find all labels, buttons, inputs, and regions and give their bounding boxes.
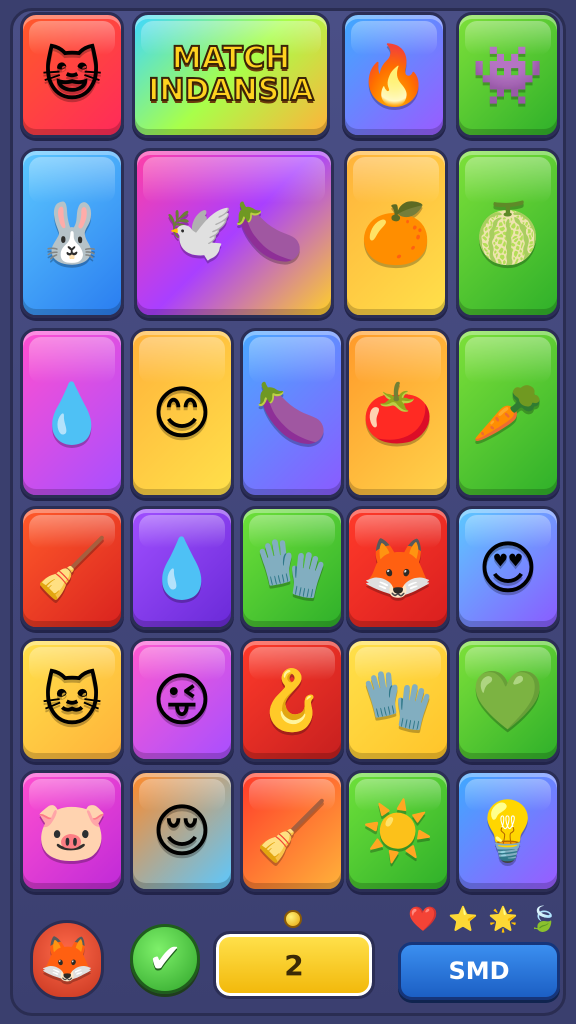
orange-ball-icon: 🍊	[359, 199, 433, 267]
yellow-fox-tile[interactable]: 🦊	[346, 506, 450, 630]
green-drop-icon: 🍈	[471, 199, 545, 267]
blue-cat-coin-icon: 😺	[41, 41, 103, 109]
game-board: MATCH INDANSIA 😺 🔥 👾 🐰 🕊️🍆 🍊 🍈 💧 😊 🍆 🍅 🥕 🧹 💧 🧤 🦊 😍 🐱 😜 🪝 🧤 💚 🐷…	[20, 12, 560, 892]
heart-icon: ❤️	[408, 905, 438, 933]
heart-eyes-face-icon: 😍	[477, 534, 539, 602]
red-hook-tile[interactable]: 🪝	[240, 638, 344, 762]
fox-avatar-icon: 🦊	[39, 934, 95, 985]
yellow-blob-tile[interactable]: 😊	[130, 328, 234, 498]
bunny-tile[interactable]: 🐰	[20, 148, 124, 318]
blue-drop-coin-tile[interactable]: 💧	[130, 506, 234, 630]
red-hook-icon: 🪝	[255, 666, 329, 734]
green-cat-icon: 🐱	[41, 666, 103, 734]
score-value: 2	[284, 948, 304, 982]
green-drop-smile-icon: 💚	[471, 666, 545, 734]
red-glove-icon: 🧤	[255, 534, 329, 602]
red-blob-tile[interactable]: 🍅	[346, 328, 450, 498]
blue-blob-tile[interactable]: 😌	[130, 770, 234, 892]
bulb-creature-tile[interactable]: 💡	[456, 770, 560, 892]
checkmark-icon: ✔	[148, 936, 182, 982]
green-cat-tile[interactable]: 🐱	[20, 638, 124, 762]
blue-cat-coin-tile[interactable]: 😺	[20, 12, 124, 138]
dove-eggplant-icon: 🕊️🍆	[164, 200, 304, 265]
smd-button[interactable]: SMD	[398, 942, 560, 1000]
broom-tile[interactable]: 🧹	[20, 506, 124, 630]
blue-drop-icon: 💧	[35, 379, 109, 447]
carrot-icon: 🥕	[471, 379, 545, 447]
star-orange-icon: 🌟	[488, 905, 518, 933]
green-drop-tile[interactable]: 🍈	[456, 148, 560, 318]
blue-drop-coin-icon: 💧	[145, 534, 219, 602]
eggplant-icon: 🍆	[255, 379, 329, 447]
bulb-creature-icon: 💡	[471, 797, 545, 865]
status-icons: ❤️ ⭐ 🌟 🍃	[408, 902, 558, 936]
bottom-bar: 🦊 ✔ 2 ❤️ ⭐ 🌟 🍃 SMD	[0, 900, 576, 1024]
star-white-icon: ⭐	[448, 905, 478, 933]
winking-face-tile[interactable]: 😜	[130, 638, 234, 762]
green-blob-icon: 👾	[471, 41, 545, 109]
broom-red-icon: 🧹	[255, 797, 329, 865]
sun-icon: ☀️	[361, 797, 435, 865]
score-display: 2	[213, 931, 375, 999]
eggplant-tile[interactable]: 🍆	[240, 328, 344, 498]
smd-label: SMD	[448, 957, 510, 985]
game-title: MATCH INDANSIA	[147, 40, 314, 108]
winking-face-icon: 😜	[151, 666, 213, 734]
green-blob-tile[interactable]: 👾	[456, 12, 560, 138]
title-tile: MATCH INDANSIA	[132, 12, 330, 138]
leaf-icon: 🍃	[528, 905, 558, 933]
red-glove-tile[interactable]: 🧤	[240, 506, 344, 630]
red-blob-icon: 🍅	[361, 379, 435, 447]
player-avatar[interactable]: 🦊	[30, 920, 104, 1000]
fire-face-tile[interactable]: 🔥	[342, 12, 446, 138]
carrot-tile[interactable]: 🥕	[456, 328, 560, 498]
coin-icon	[284, 910, 302, 928]
red-glove-yellow-icon: 🧤	[361, 666, 435, 734]
broom-icon: 🧹	[35, 534, 109, 602]
red-glove-yellow-tile[interactable]: 🧤	[346, 638, 450, 762]
dove-eggplant-tile[interactable]: 🕊️🍆	[134, 148, 334, 318]
pink-blob-icon: 🐷	[35, 797, 109, 865]
broom-red-tile[interactable]: 🧹	[240, 770, 344, 892]
bunny-icon: 🐰	[35, 199, 109, 267]
blue-drop-tile[interactable]: 💧	[20, 328, 124, 498]
confirm-button[interactable]: ✔	[130, 924, 200, 994]
heart-eyes-face-tile[interactable]: 😍	[456, 506, 560, 630]
sun-tile[interactable]: ☀️	[346, 770, 450, 892]
green-drop-smile-tile[interactable]: 💚	[456, 638, 560, 762]
yellow-fox-icon: 🦊	[361, 534, 435, 602]
pink-blob-tile[interactable]: 🐷	[20, 770, 124, 892]
blue-blob-icon: 😌	[151, 797, 213, 865]
orange-ball-tile[interactable]: 🍊	[344, 148, 448, 318]
fire-face-icon: 🔥	[357, 41, 431, 109]
yellow-blob-icon: 😊	[151, 379, 213, 447]
